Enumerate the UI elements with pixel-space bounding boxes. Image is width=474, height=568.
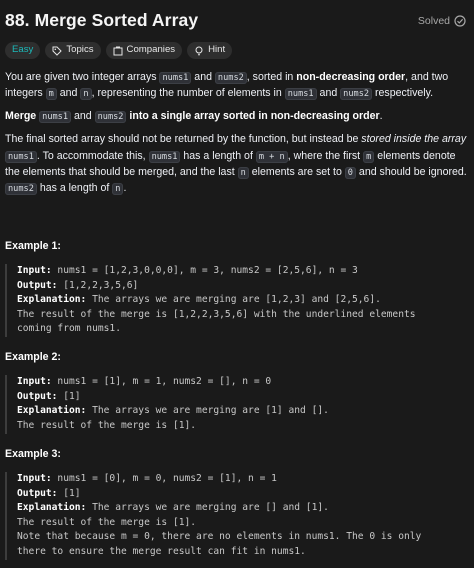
- problem-description: You are given two integer arrays nums1 a…: [5, 69, 467, 203]
- description-paragraph-3: The final sorted array should not be ret…: [5, 133, 467, 196]
- hint-button[interactable]: Hint: [187, 42, 233, 59]
- example-3-title: Example 3:: [5, 448, 61, 460]
- lightbulb-icon: [195, 46, 203, 55]
- difficulty-badge: Easy: [5, 42, 41, 59]
- example-3-block: Input: nums1 = [0], m = 0, nums2 = [1], …: [5, 472, 467, 560]
- solved-label: Solved: [417, 14, 450, 27]
- tag-bar: Easy Topics Companies Hint: [5, 42, 233, 59]
- description-paragraph-2: Merge nums1 and nums2 into a single arra…: [5, 110, 383, 124]
- description-paragraph-1: You are given two integer arrays nums1 a…: [5, 71, 449, 101]
- problem-header: 88. Merge Sorted Array Solved: [5, 8, 466, 34]
- tag-icon: [52, 46, 63, 56]
- problem-title: 88. Merge Sorted Array: [5, 10, 199, 31]
- example-1-title: Example 1:: [5, 240, 61, 252]
- building-icon: [113, 46, 123, 55]
- example-2-title: Example 2:: [5, 351, 61, 363]
- solved-status: Solved: [418, 13, 466, 29]
- check-circle-icon: [454, 15, 466, 27]
- example-2-block: Input: nums1 = [1], m = 1, nums2 = [], n…: [5, 375, 467, 434]
- companies-button[interactable]: Companies: [105, 42, 183, 59]
- topics-button[interactable]: Topics: [45, 42, 101, 59]
- example-1-block: Input: nums1 = [1,2,3,0,0,0], m = 3, num…: [5, 264, 467, 337]
